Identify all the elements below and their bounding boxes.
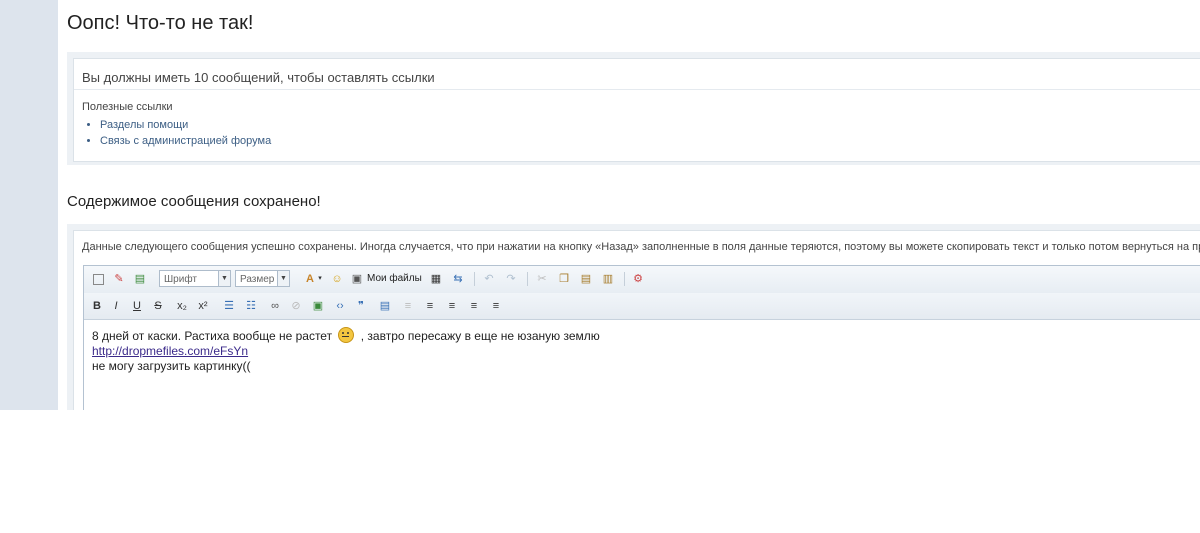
left-rail bbox=[0, 0, 58, 410]
source-mode-icon[interactable]: ▤ bbox=[133, 272, 147, 286]
align-center-icon[interactable]: ≡ bbox=[467, 299, 481, 313]
error-panel: Вы должны иметь 10 сообщений, чтобы оста… bbox=[67, 52, 1200, 165]
bold-icon[interactable]: B bbox=[90, 299, 104, 313]
content-text: , завтро пересажу в еще не юзаную землю bbox=[360, 329, 600, 343]
sad-smiley-icon bbox=[338, 327, 355, 343]
error-title: Оопс! Что-то не так! bbox=[67, 12, 254, 34]
size-select[interactable]: Размер ▼ bbox=[235, 270, 290, 287]
paste-text-icon[interactable]: ▥ bbox=[601, 272, 615, 286]
useful-links-list: Разделы помощи Связь с администрацией фо… bbox=[87, 117, 271, 149]
list-item: Связь с администрацией форума bbox=[100, 133, 271, 149]
error-message: Вы должны иметь 10 сообщений, чтобы оста… bbox=[82, 70, 435, 85]
quote-icon[interactable]: ❞ bbox=[354, 299, 368, 313]
smiley-icon[interactable]: ☺ bbox=[330, 272, 344, 286]
saved-box: Данные следующего сообщения успешно сохр… bbox=[73, 230, 1200, 410]
content-text: 8 дней от каски. Растиха вообще не расте… bbox=[92, 329, 333, 343]
saved-note: Данные следующего сообщения успешно сохр… bbox=[82, 241, 1200, 253]
paste-icon[interactable]: ▤ bbox=[579, 272, 593, 286]
divider bbox=[74, 89, 1200, 90]
eraser-icon[interactable]: ✎ bbox=[112, 272, 126, 286]
content-link[interactable]: http://dropmefiles.com/eFsYn bbox=[92, 344, 248, 358]
list-item: Разделы помощи bbox=[100, 117, 271, 133]
superscript-icon[interactable]: x² bbox=[196, 299, 210, 313]
toolbar-separator bbox=[624, 272, 625, 286]
spellcheck-icon[interactable]: ⚙ bbox=[631, 272, 645, 286]
remove-format-icon[interactable] bbox=[93, 274, 104, 285]
editor-content[interactable]: 8 дней от каски. Растиха вообще не расте… bbox=[92, 327, 600, 374]
help-sections-link[interactable]: Разделы помощи bbox=[100, 119, 188, 131]
saved-panel: Данные следующего сообщения успешно сохр… bbox=[67, 224, 1200, 410]
numbered-list-icon[interactable]: ☷ bbox=[244, 299, 258, 313]
spoiler-icon[interactable]: ▤ bbox=[378, 299, 392, 313]
outdent-icon[interactable]: ≡ bbox=[401, 299, 415, 313]
unlink-icon[interactable]: ⊘ bbox=[289, 299, 303, 313]
saved-title: Содержимое сообщения сохранено! bbox=[67, 193, 321, 210]
link-icon[interactable]: ∞ bbox=[268, 299, 282, 313]
post-editor: ✎ ▤ Шрифт ▼ Размер ▼ A ▾ ☺ ▣ Мои файлы ▦ ⇆… bbox=[83, 265, 1200, 410]
strikethrough-icon[interactable]: S bbox=[151, 299, 165, 313]
replace-icon[interactable]: ⇆ bbox=[451, 272, 465, 286]
font-select-value: Шрифт bbox=[164, 274, 197, 285]
font-select[interactable]: Шрифт ▼ bbox=[159, 270, 231, 287]
content-line: http://dropmefiles.com/eFsYn bbox=[92, 344, 600, 359]
useful-links-label: Полезные ссылки bbox=[82, 101, 173, 113]
content-line: не могу загрузить картинку(( bbox=[92, 359, 251, 373]
indent-icon[interactable]: ≡ bbox=[423, 299, 437, 313]
main-content: Оопс! Что-то не так! Вы должны иметь 10 … bbox=[58, 0, 1200, 410]
italic-icon[interactable]: I bbox=[109, 299, 123, 313]
underline-icon[interactable]: U bbox=[130, 299, 144, 313]
contact-admin-link[interactable]: Связь с администрацией форума bbox=[100, 135, 271, 147]
editor-toolbar-bottom: B I U S x₂ x² ☰ ☷ ∞ ⊘ ▣ ‹› ❞ ▤ ≡ ≡ ≡ ≡ ≡ bbox=[84, 293, 1200, 320]
image-icon[interactable]: ▣ bbox=[311, 299, 325, 313]
bullet-list-icon[interactable]: ☰ bbox=[222, 299, 236, 313]
undo-icon[interactable]: ↶ bbox=[482, 272, 496, 286]
my-files-button[interactable]: Мои файлы bbox=[367, 273, 422, 284]
editor-toolbar-top: ✎ ▤ Шрифт ▼ Размер ▼ A ▾ ☺ ▣ Мои файлы ▦ ⇆… bbox=[84, 266, 1200, 293]
redo-icon[interactable]: ↷ bbox=[504, 272, 518, 286]
copy-icon[interactable]: ❐ bbox=[557, 272, 571, 286]
find-icon[interactable]: ▦ bbox=[429, 272, 443, 286]
chevron-down-icon[interactable]: ▾ bbox=[313, 272, 327, 286]
content-line: 8 дней от каски. Растиха вообще не расте… bbox=[92, 327, 600, 344]
code-icon[interactable]: ‹› bbox=[333, 299, 347, 313]
align-right-icon[interactable]: ≡ bbox=[489, 299, 503, 313]
toolbar-separator bbox=[474, 272, 475, 286]
chevron-down-icon: ▼ bbox=[277, 271, 289, 286]
error-box: Вы должны иметь 10 сообщений, чтобы оста… bbox=[73, 58, 1200, 162]
toolbar-separator bbox=[527, 272, 528, 286]
chevron-down-icon: ▼ bbox=[218, 271, 230, 286]
my-files-icon[interactable]: ▣ bbox=[350, 272, 364, 286]
subscript-icon[interactable]: x₂ bbox=[175, 299, 189, 313]
cut-icon[interactable]: ✂ bbox=[535, 272, 549, 286]
size-select-value: Размер bbox=[240, 274, 275, 285]
align-left-icon[interactable]: ≡ bbox=[445, 299, 459, 313]
